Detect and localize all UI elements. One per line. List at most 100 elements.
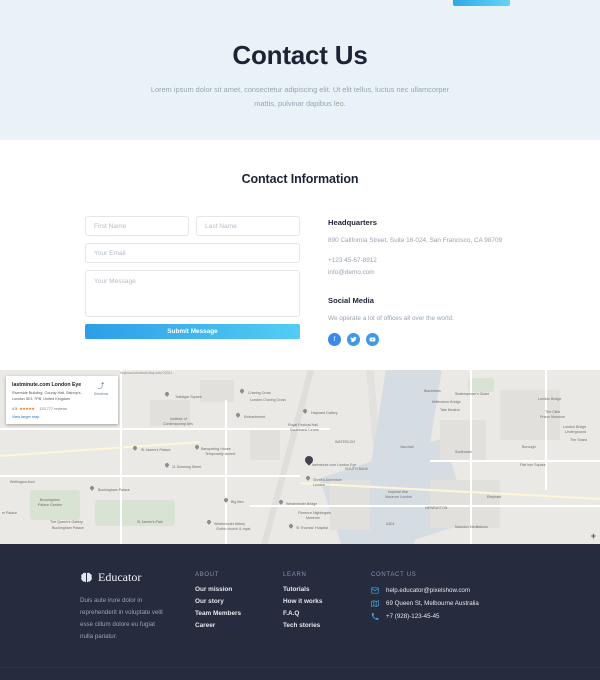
map-block bbox=[200, 380, 234, 402]
map-label: Gothic church & royal bbox=[216, 527, 251, 531]
map-label: Embankment bbox=[244, 415, 266, 419]
footer-heading-about: ABOUT bbox=[195, 572, 220, 578]
footer-brand-name: Educator bbox=[98, 570, 142, 584]
site-footer: Educator Duis aute irure dolor in repreh… bbox=[0, 544, 600, 680]
map-label: Westminster Bridge bbox=[286, 502, 318, 506]
map-place-title[interactable]: lastminute.com London Eye bbox=[12, 382, 88, 388]
map-label: Flat Iron Square bbox=[520, 463, 546, 467]
page-top-strip bbox=[0, 0, 600, 8]
map-label: m Palace bbox=[2, 511, 17, 515]
footer-logo[interactable]: Educator bbox=[80, 570, 195, 585]
map-attribution: Keyboard shortcuts Map data ©2021 bbox=[120, 371, 172, 375]
footer-link-learn-1[interactable]: How it works bbox=[283, 598, 371, 605]
social-media-heading: Social Media bbox=[328, 295, 375, 305]
first-name-input[interactable] bbox=[85, 216, 189, 236]
map-view-larger-link[interactable]: View larger map bbox=[12, 415, 112, 419]
map-road bbox=[120, 370, 122, 544]
footer-link-about-2[interactable]: Team Members bbox=[195, 610, 283, 617]
map-label: Shakespeare's Globe bbox=[455, 392, 490, 396]
footer-link-learn-3[interactable]: Tech stories bbox=[283, 622, 371, 629]
map-label: A301 bbox=[386, 522, 395, 526]
map-park-small bbox=[468, 378, 494, 392]
social-media-text: We operate a lot of offices all over the… bbox=[328, 314, 454, 322]
map-label: Palace Garden bbox=[38, 503, 62, 507]
facebook-icon[interactable]: f bbox=[328, 333, 341, 347]
map-road bbox=[545, 370, 547, 490]
map-label: Blackfriars bbox=[424, 389, 441, 393]
map-label: SOUTH BANK bbox=[345, 467, 369, 471]
brain-icon bbox=[80, 572, 93, 584]
map-label: NEWINGTON bbox=[425, 506, 448, 510]
footer-brand-description: Duis aute irure dolor in reprehenderit i… bbox=[80, 597, 163, 641]
map-label: London Charing Cross bbox=[250, 398, 286, 402]
footer-contact-email[interactable]: help.educator@pixelshow.com bbox=[371, 587, 531, 594]
map-label: Buckingham Palace bbox=[98, 488, 130, 492]
footer-link-about-1[interactable]: Our story bbox=[195, 598, 283, 605]
map-label: Banqueting House bbox=[201, 447, 231, 451]
footer-link-about-0[interactable]: Our mission bbox=[195, 586, 283, 593]
map-label: Wellington Arch bbox=[10, 480, 35, 484]
map-label: Museum London bbox=[385, 495, 412, 499]
page-title: Contact Us bbox=[232, 40, 368, 70]
email-input[interactable] bbox=[85, 243, 300, 263]
map-road bbox=[470, 370, 472, 544]
submit-message-button[interactable]: Submit Message bbox=[85, 324, 300, 339]
message-textarea[interactable] bbox=[85, 270, 300, 317]
map-label: London bbox=[313, 483, 325, 487]
map-icon bbox=[371, 600, 379, 607]
phone-icon bbox=[371, 613, 379, 620]
map-label: Hayward Gallery bbox=[311, 411, 338, 415]
map-label: WATERLOO bbox=[335, 440, 356, 444]
footer-contact-phone[interactable]: +7 (928)-123-45-45 bbox=[371, 613, 531, 620]
map-park-st-james bbox=[95, 500, 175, 526]
map-label: 11 Downing Street bbox=[172, 465, 202, 469]
map-label: Temporarily closed bbox=[205, 452, 235, 456]
headquarters-phone[interactable]: +123 45-67-8912 bbox=[328, 255, 540, 267]
footer-contact-address-text: 69 Queen St, Melbourne Australia bbox=[386, 600, 479, 607]
youtube-icon[interactable] bbox=[366, 333, 379, 347]
map-rating-value: 4.5 bbox=[12, 406, 18, 411]
footer-link-learn-0[interactable]: Tutorials bbox=[283, 586, 371, 593]
map-label: Borough bbox=[522, 445, 536, 449]
map-label: St James's Park bbox=[137, 520, 163, 524]
name-row bbox=[85, 216, 300, 236]
map-label: Vauxhall bbox=[400, 445, 414, 449]
map-block bbox=[440, 420, 486, 460]
map-label: Institute of bbox=[170, 417, 187, 421]
footer-divider bbox=[0, 667, 600, 668]
footer-brand: Educator Duis aute irure dolor in repreh… bbox=[80, 570, 195, 643]
map-block bbox=[430, 480, 500, 528]
map-label: Contemporary Arts bbox=[163, 422, 193, 426]
directions-label: Directions bbox=[93, 392, 109, 396]
map-label: Prison Museum bbox=[540, 415, 565, 419]
twitter-icon[interactable] bbox=[347, 333, 360, 347]
map-zoom-in-button[interactable]: + bbox=[591, 531, 596, 541]
hero-subtitle: Lorem ipsum dolor sit amet, consectetur … bbox=[150, 85, 450, 109]
map-label: The Queen's Gallery bbox=[50, 520, 83, 524]
header-cta-button-partial[interactable] bbox=[453, 0, 510, 6]
social-links: f bbox=[328, 333, 540, 347]
map-info-card: lastminute.com London Eye Riverside Buil… bbox=[6, 376, 118, 424]
map-label: Trafalgar Square bbox=[175, 395, 202, 399]
map-section[interactable]: Trafalgar Square Charing Cross London Char… bbox=[0, 370, 600, 544]
map-label: Imperial War bbox=[388, 490, 409, 494]
map-label: Buckingham bbox=[40, 498, 60, 502]
map-label: The Shard bbox=[570, 438, 587, 442]
map-label: Millennium Bridge bbox=[432, 400, 461, 404]
map-label: Florence Nightingale bbox=[298, 511, 331, 515]
contact-body: Submit Message Headquarters 890 Californ… bbox=[0, 216, 600, 347]
last-name-input[interactable] bbox=[196, 216, 300, 236]
headquarters-email[interactable]: info@demo.com bbox=[328, 267, 540, 279]
map-block bbox=[250, 430, 280, 460]
footer-contact-address[interactable]: 69 Queen St, Melbourne Australia bbox=[371, 600, 531, 607]
footer-link-about-3[interactable]: Career bbox=[195, 622, 283, 629]
footer-heading-learn: LEARN bbox=[283, 572, 307, 578]
map-road bbox=[0, 475, 300, 477]
footer-link-learn-2[interactable]: F.A.Q bbox=[283, 610, 371, 617]
map-label: St Thomas' Hospital bbox=[296, 526, 328, 530]
map-label: St James's Palace bbox=[141, 448, 171, 452]
map-label: Mansion Meditations bbox=[455, 525, 488, 529]
map-directions-button[interactable]: ⤴ Directions bbox=[90, 383, 112, 396]
map-label: Museum bbox=[306, 516, 320, 520]
map-review-count: 133,777 reviews bbox=[39, 406, 67, 411]
